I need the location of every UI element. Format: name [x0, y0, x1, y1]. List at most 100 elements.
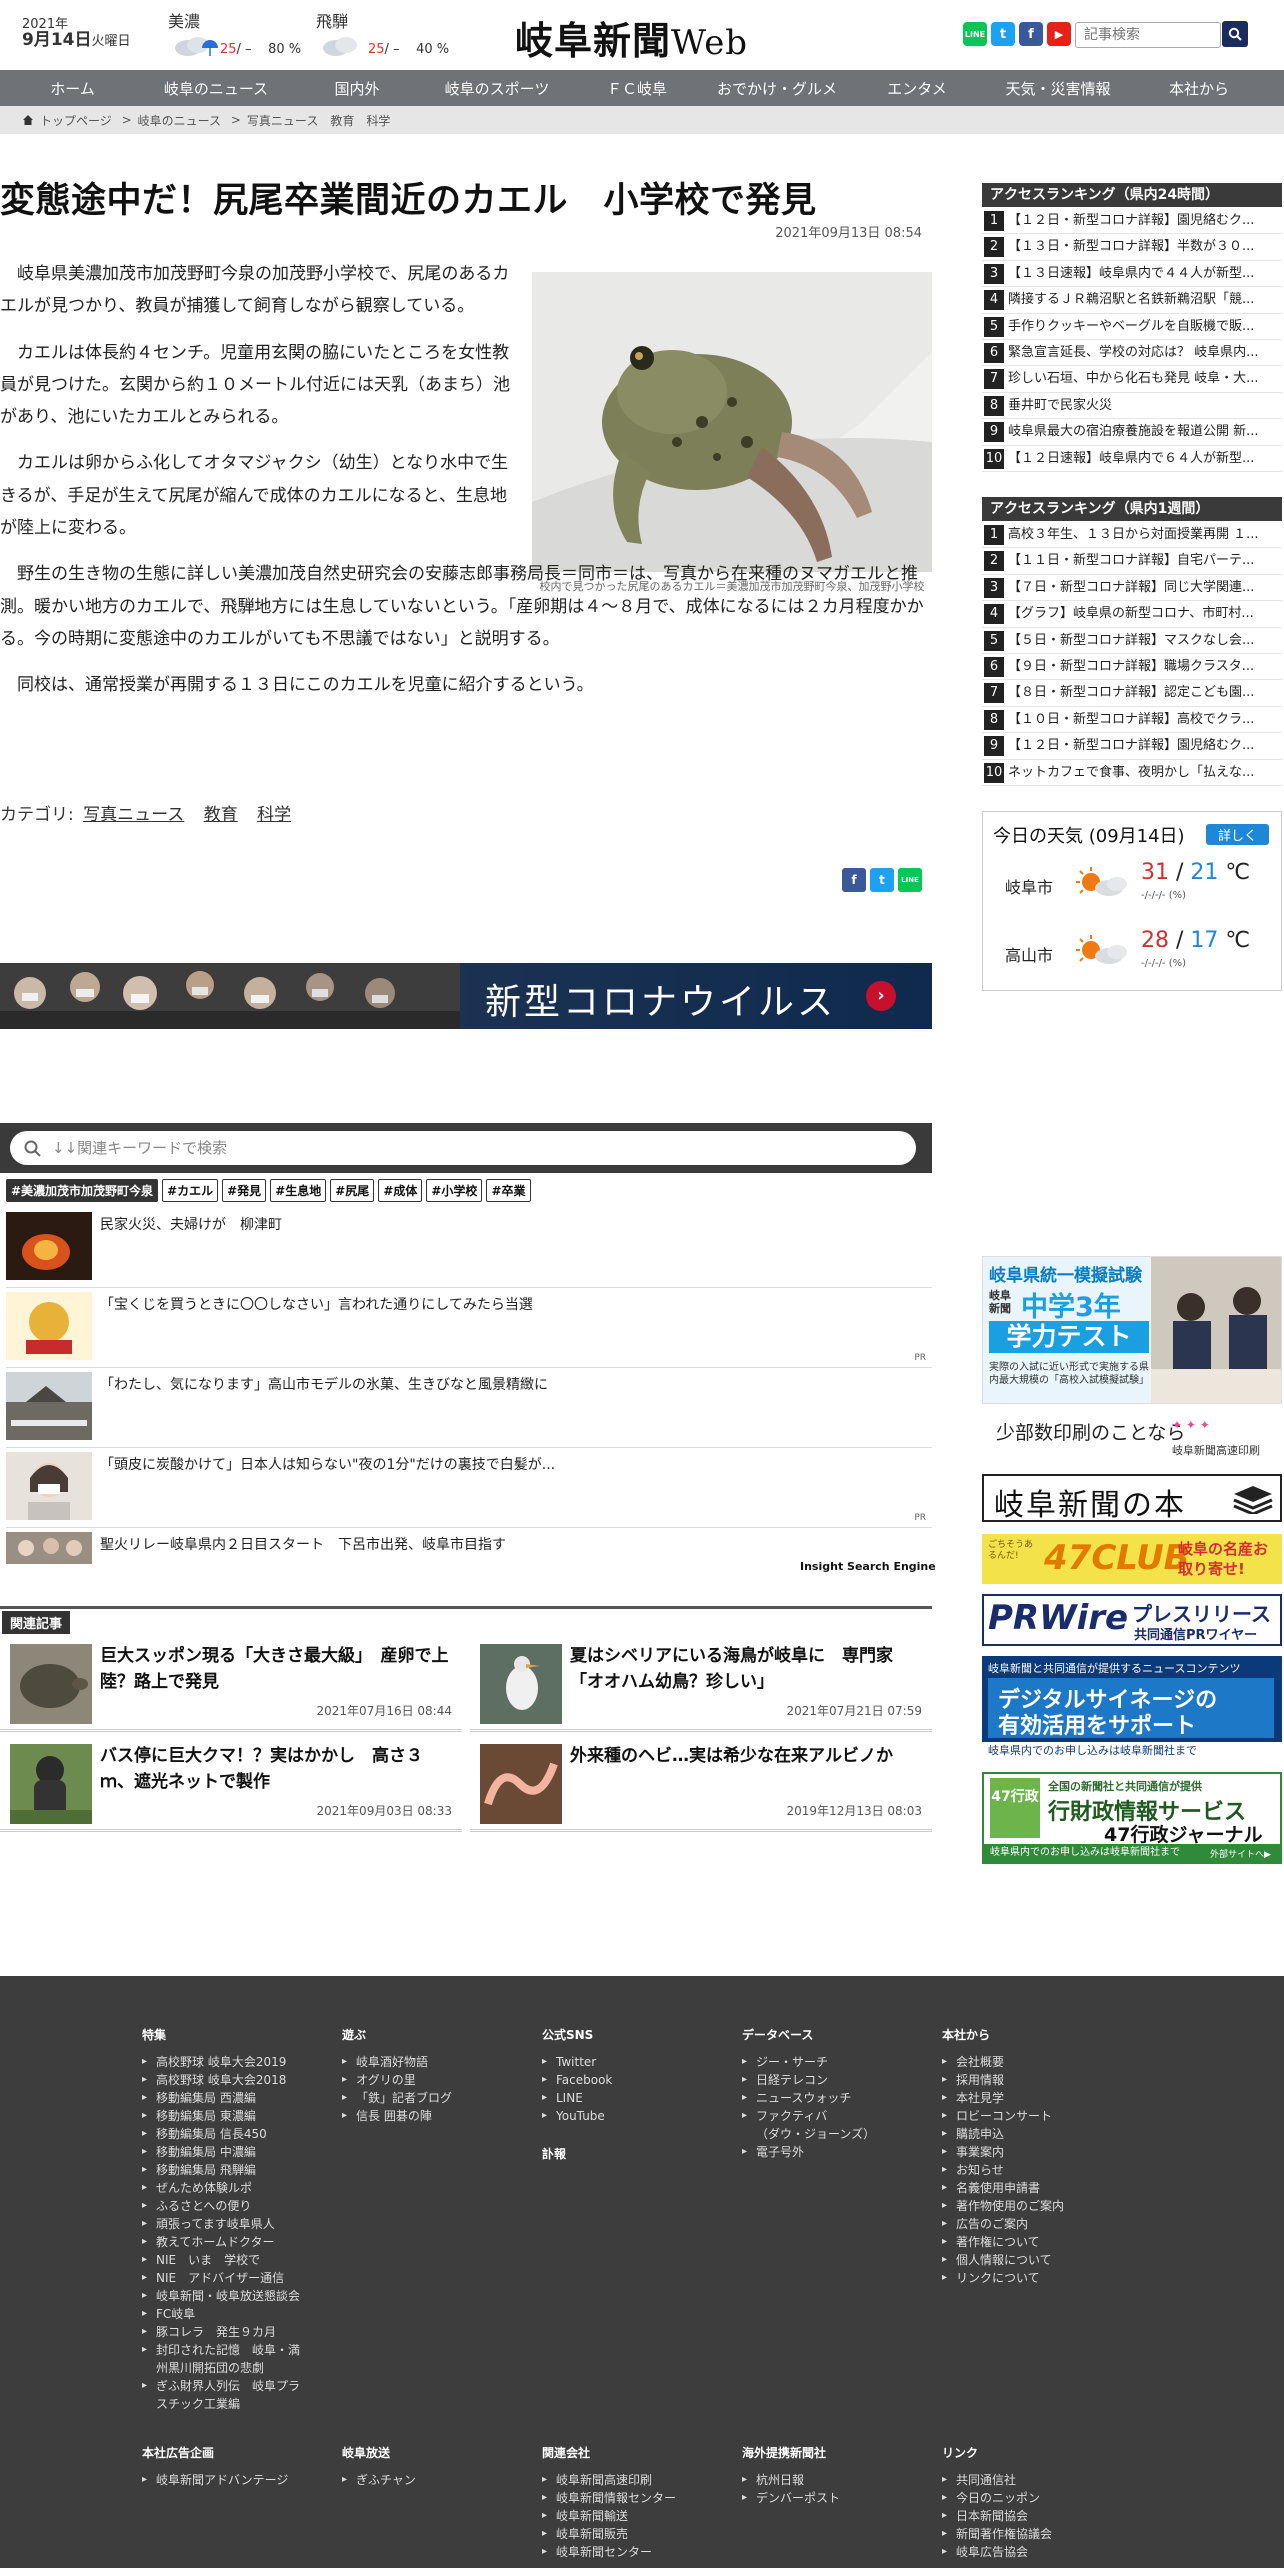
- ranking-item[interactable]: 9 岐阜県最大の宿泊療養施設を報道公開 新...: [982, 419, 1282, 446]
- mini-weather-mino[interactable]: 美濃 25/ – 80 %: [168, 8, 308, 58]
- footer-link[interactable]: 移動編集局 飛騨編: [142, 2161, 302, 2179]
- facebook-share-icon[interactable]: f: [842, 868, 866, 892]
- ranking-item[interactable]: 3 【１３日速報】岐阜県内で４４人が新型...: [982, 261, 1282, 288]
- tag[interactable]: #カエル: [162, 1179, 219, 1202]
- recommendation-item[interactable]: 「わたし、気になります」高山市モデルの氷菓、生きびなと風景精緻に: [6, 1368, 932, 1448]
- footer-link[interactable]: オグリの里: [342, 2071, 502, 2089]
- footer-link[interactable]: 事業案内: [942, 2143, 1102, 2161]
- breadcrumb-science[interactable]: 科学: [366, 112, 390, 129]
- ranking-item[interactable]: 2 【１３日・新型コロナ詳報】半数が３０...: [982, 234, 1282, 261]
- footer-link[interactable]: Twitter: [542, 2053, 702, 2071]
- footer-link[interactable]: お知らせ: [942, 2161, 1102, 2179]
- footer-link[interactable]: 日経テレコン: [742, 2071, 902, 2089]
- ranking-item[interactable]: 1 【１２日・新型コロナ詳報】園児絡むク...: [982, 208, 1282, 235]
- ad-gifu-books[interactable]: 岐阜新聞の本: [982, 1474, 1282, 1522]
- ranking-item[interactable]: 7 【８日・新型コロナ詳報】認定こども園...: [982, 680, 1282, 707]
- tag[interactable]: #美濃加茂市加茂野町今泉: [6, 1179, 159, 1202]
- footer-link[interactable]: 岐阜新聞輸送: [542, 2507, 702, 2525]
- recommendation-item[interactable]: 「宝くじを買うときに〇〇しなさい」言われた通りにしてみたら当選 PR: [6, 1288, 932, 1368]
- footer-link[interactable]: 個人情報について: [942, 2251, 1102, 2269]
- footer-link[interactable]: 移動編集局 西濃編: [142, 2089, 302, 2107]
- footer-link[interactable]: 新聞著作権協議会: [942, 2525, 1102, 2543]
- ad-prwire[interactable]: PRWire プレスリリース 共同通信PRワイヤー: [982, 1594, 1282, 1646]
- site-logo[interactable]: 岐阜新聞Web: [515, 10, 748, 65]
- article-search-input[interactable]: [1075, 22, 1221, 48]
- weather-row-gifu[interactable]: 岐阜市 31 / 21 ℃ -/-/-/- (%): [983, 854, 1283, 914]
- footer-link[interactable]: 信長 囲碁の陣: [342, 2107, 502, 2125]
- footer-link[interactable]: 岐阜酒好物語: [342, 2053, 502, 2071]
- footer-link[interactable]: YouTube: [542, 2107, 702, 2125]
- footer-link[interactable]: デンバーポスト: [742, 2489, 902, 2507]
- footer-link[interactable]: 広告のご案内: [942, 2215, 1102, 2233]
- tag[interactable]: #成体: [378, 1179, 423, 1202]
- ranking-item[interactable]: 6 【９日・新型コロナ詳報】職場クラスタ...: [982, 654, 1282, 681]
- mini-weather-hida[interactable]: 飛騨 25/ – 40 %: [316, 8, 456, 58]
- corona-banner[interactable]: 新型コロナウイルス ›: [0, 963, 932, 1029]
- category-education[interactable]: 教育: [204, 805, 238, 825]
- related-article[interactable]: 巨大スッポン現る「大きさ最大級」 産卵で上陸？路上で発見 2021年07月16日…: [0, 1636, 462, 1732]
- related-article[interactable]: 外来種のヘビ…実は希少な在来アルビノか 2019年12月13日 08:03: [470, 1736, 932, 1832]
- ad-digital-signage[interactable]: 岐阜新聞と共同通信が提供するニュースコンテンツ デジタルサイネージの 有効活用を…: [982, 1656, 1282, 1760]
- footer-link[interactable]: 今日のニッポン: [942, 2489, 1102, 2507]
- breadcrumb-education[interactable]: 教育: [330, 112, 354, 129]
- tag[interactable]: #尻尾: [330, 1179, 375, 1202]
- footer-link[interactable]: FC岐阜: [142, 2305, 302, 2323]
- breadcrumb-gifu-news[interactable]: 岐阜のニュース: [138, 112, 221, 129]
- nav-weather-disaster[interactable]: 天気・災害情報: [987, 70, 1129, 106]
- footer-link[interactable]: 名義使用申請書: [942, 2179, 1102, 2197]
- twitter-share-icon[interactable]: t: [870, 868, 894, 892]
- nav-home[interactable]: ホーム: [0, 70, 145, 106]
- footer-link[interactable]: 岐阜新聞センター: [542, 2543, 702, 2561]
- recommendation-item[interactable]: 聖火リレー岐阜県内２日目スタート 下呂市出発、岐阜市目指す: [6, 1528, 932, 1568]
- tag[interactable]: #卒業: [486, 1179, 531, 1202]
- recommendation-item[interactable]: 民家火災、夫婦けが 柳津町: [6, 1208, 932, 1288]
- footer-link[interactable]: 高校野球 岐阜大会2019: [142, 2053, 302, 2071]
- nav-sports[interactable]: 岐阜のスポーツ: [427, 70, 567, 106]
- ranking-item[interactable]: 4 【グラフ】岐阜県の新型コロナ、市町村...: [982, 601, 1282, 628]
- footer-link[interactable]: LINE: [542, 2089, 702, 2107]
- footer-link[interactable]: 移動編集局 信長450: [142, 2125, 302, 2143]
- footer-link[interactable]: 会社概要: [942, 2053, 1102, 2071]
- footer-link[interactable]: 岐阜新聞情報センター: [542, 2489, 702, 2507]
- related-article[interactable]: バス停に巨大クマ！？実はかかし 高さ３ｍ、遮光ネットで製作 2021年09月03…: [0, 1736, 462, 1832]
- footer-link[interactable]: 著作権について: [942, 2233, 1102, 2251]
- nav-domestic-intl[interactable]: 国内外: [287, 70, 427, 106]
- footer-link[interactable]: 豚コレラ 発生９カ月: [142, 2323, 302, 2341]
- ranking-item[interactable]: 7 珍しい石垣、中から化石も発見 岐阜・大...: [982, 366, 1282, 393]
- ranking-item[interactable]: 10 【１２日速報】岐阜県内で６４人が新型...: [982, 446, 1282, 472]
- ranking-item[interactable]: 3 【７日・新型コロナ詳報】同じ大学関連...: [982, 575, 1282, 602]
- ad-mock-exam[interactable]: 岐阜県統一模擬試験 岐阜新聞 中学3年 学力テスト 実際の入試に近い形式で実施す…: [982, 1256, 1282, 1404]
- nav-entertainment[interactable]: エンタメ: [847, 70, 987, 106]
- footer-link[interactable]: 移動編集局 東濃編: [142, 2107, 302, 2125]
- footer-link[interactable]: 教えてホームドクター: [142, 2233, 302, 2251]
- footer-link[interactable]: 著作物使用のご案内: [942, 2197, 1102, 2215]
- footer-link[interactable]: 日本新聞協会: [942, 2507, 1102, 2525]
- footer-link[interactable]: 本社見学: [942, 2089, 1102, 2107]
- footer-link[interactable]: 岐阜新聞アドバンテージ: [142, 2471, 302, 2489]
- line-icon[interactable]: LINE: [963, 22, 987, 46]
- ranking-item[interactable]: 10 ネットカフェで食事、夜明かし「払えな...: [982, 760, 1282, 786]
- footer-link[interactable]: ニュースウォッチ: [742, 2089, 902, 2107]
- footer-link[interactable]: 「鉄」記者ブログ: [342, 2089, 502, 2107]
- weather-row-takayama[interactable]: 高山市 28 / 17 ℃ -/-/-/- (%): [983, 922, 1283, 982]
- footer-link[interactable]: 岐阜新聞高速印刷: [542, 2471, 702, 2489]
- breadcrumb-top[interactable]: トップページ: [40, 112, 112, 129]
- ranking-item[interactable]: 6 緊急宣言延長、学校の対応は？ 岐阜県内...: [982, 340, 1282, 367]
- footer-link[interactable]: NIE アドバイザー通信: [142, 2269, 302, 2287]
- footer-link[interactable]: NIE いま 学校で: [142, 2251, 302, 2269]
- footer-link[interactable]: リンクについて: [942, 2269, 1102, 2287]
- recommendation-item[interactable]: 「頭皮に炭酸かけて」日本人は知らない"夜の1分"だけの裏技で白髪が... PR: [6, 1448, 932, 1528]
- footer-link[interactable]: 杭州日報: [742, 2471, 902, 2489]
- twitter-icon[interactable]: t: [991, 22, 1015, 46]
- footer-column-heading[interactable]: 訃報: [542, 2145, 702, 2162]
- footer-link[interactable]: （ダウ・ジョーンズ）: [742, 2125, 902, 2143]
- footer-link[interactable]: ファクティバ: [742, 2107, 902, 2125]
- ad-47gyosei[interactable]: 47行政 全国の新聞社と共同通信が提供 行財政情報サービス 47行政ジャーナル …: [982, 1772, 1282, 1864]
- ranking-item[interactable]: 8 【１０日・新型コロナ詳報】高校でクラ...: [982, 707, 1282, 734]
- footer-link[interactable]: ロビーコンサート: [942, 2107, 1102, 2125]
- ranking-item[interactable]: 2 【１１日・新型コロナ詳報】自宅パーテ...: [982, 548, 1282, 575]
- footer-link[interactable]: 高校野球 岐阜大会2018: [142, 2071, 302, 2089]
- tag[interactable]: #小学校: [426, 1179, 483, 1202]
- ranking-item[interactable]: 8 垂井町で民家火災: [982, 393, 1282, 420]
- ranking-item[interactable]: 5 手作りクッキーやベーグルを自販機で販...: [982, 314, 1282, 340]
